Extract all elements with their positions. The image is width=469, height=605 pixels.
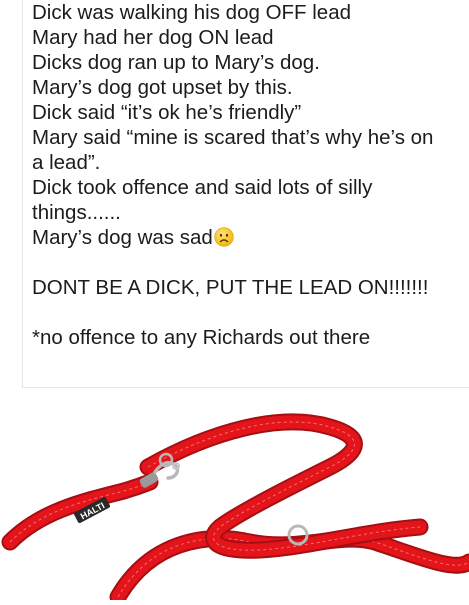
- post-body: Dick was walking his dog OFF lead Mary h…: [22, 0, 469, 388]
- post-line-text: Mary’s dog was sad: [32, 226, 213, 249]
- post-line: DONT BE A DICK, PUT THE LEAD ON!!!!!!!: [32, 276, 429, 299]
- post-line-with-emoji: Mary’s dog was sad: [32, 225, 469, 250]
- post-line: Dick took offence and said lots of silly: [32, 176, 373, 199]
- post-line: Mary said “mine is scared that’s why he’…: [32, 126, 434, 149]
- post-line: Mary’s dog got upset by this.: [32, 76, 293, 99]
- post-line: Dick was walking his dog OFF lead: [32, 1, 352, 24]
- red-dog-lead-illustration: HALTI: [1, 413, 469, 605]
- dog-lead-photo: HALTI: [0, 392, 469, 605]
- post-line: things......: [32, 201, 121, 224]
- post-line: Mary had her dog ON lead: [32, 26, 274, 49]
- post-text-area: Dick was walking his dog OFF lead Mary h…: [0, 0, 469, 392]
- post-line: *no offence to any Richards out there: [32, 326, 371, 349]
- sad-face-emoji-icon: [214, 227, 234, 247]
- post-line: Dick said “it’s ok he’s friendly”: [32, 101, 302, 124]
- post-line: Dicks dog ran up to Mary’s dog.: [32, 51, 320, 74]
- post-line: a lead”.: [32, 151, 101, 174]
